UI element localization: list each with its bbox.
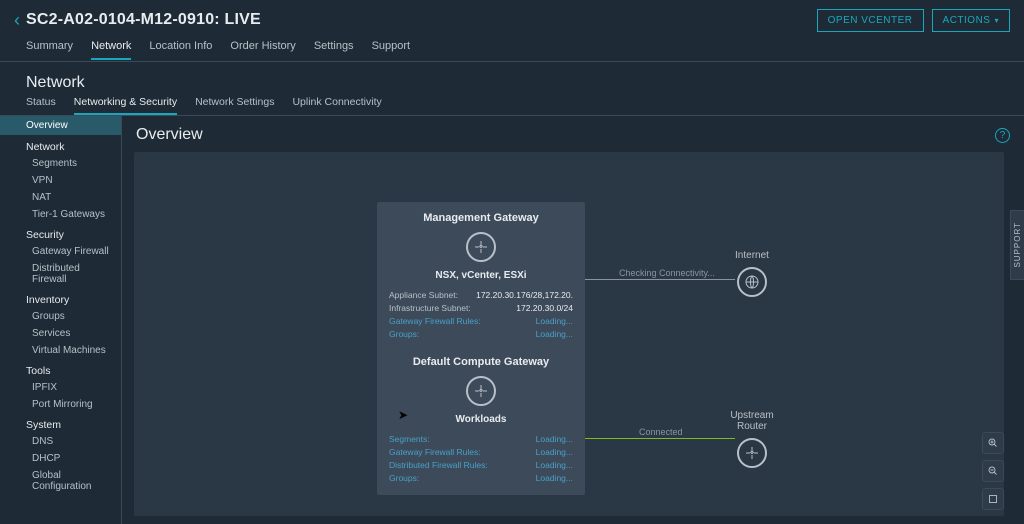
subtab-network-settings[interactable]: Network Settings bbox=[195, 96, 274, 113]
comp-segments-value: Loading... bbox=[536, 433, 573, 446]
zoom-out-button[interactable] bbox=[982, 460, 1004, 482]
sidebar-group-tools: Tools bbox=[0, 359, 121, 379]
actions-dropdown-button[interactable]: ACTIONS▾ bbox=[932, 9, 1010, 32]
appliance-subnet-value: 172.20.30.176/28,172.20. bbox=[476, 289, 573, 302]
sidebar-item-segments[interactable]: Segments bbox=[0, 155, 121, 172]
canvas-actions bbox=[982, 432, 1004, 510]
upstream-router-node[interactable]: Upstream Router bbox=[714, 410, 790, 476]
main-panel: Overview ? Management Gateway NSX, vCent… bbox=[122, 116, 1024, 524]
tab-settings[interactable]: Settings bbox=[314, 40, 354, 58]
tab-network[interactable]: Network bbox=[91, 40, 131, 60]
overview-heading: Overview bbox=[136, 126, 203, 144]
connection-status-connected: Connected bbox=[639, 427, 683, 437]
tab-location-info[interactable]: Location Info bbox=[149, 40, 212, 58]
support-side-tab[interactable]: SUPPORT bbox=[1010, 210, 1024, 280]
connection-line-internet bbox=[585, 279, 735, 280]
subtab-status[interactable]: Status bbox=[26, 96, 56, 113]
sidebar-item-nat[interactable]: NAT bbox=[0, 189, 121, 206]
mgmt-gfw-link[interactable]: Gateway Firewall Rules: bbox=[389, 315, 481, 328]
comp-title: Default Compute Gateway bbox=[389, 356, 573, 368]
mgmt-gfw-value: Loading... bbox=[536, 315, 573, 328]
sidebar-item-vpn[interactable]: VPN bbox=[0, 172, 121, 189]
comp-groups-value: Loading... bbox=[536, 472, 573, 485]
comp-dfw-link[interactable]: Distributed Firewall Rules: bbox=[389, 459, 488, 472]
globe-icon bbox=[737, 267, 767, 297]
sidebar-group-inventory: Inventory bbox=[0, 288, 121, 308]
gateway-icon bbox=[466, 376, 496, 406]
gateway-icon bbox=[466, 232, 496, 262]
help-icon[interactable]: ? bbox=[995, 128, 1010, 143]
router-label: Upstream Router bbox=[714, 410, 790, 432]
section-title: Network bbox=[0, 62, 1024, 96]
fit-view-button[interactable] bbox=[982, 488, 1004, 510]
sidebar-item-groups[interactable]: Groups bbox=[0, 308, 121, 325]
tab-order-history[interactable]: Order History bbox=[230, 40, 295, 58]
sidebar-item-global-configuration[interactable]: Global Configuration bbox=[0, 467, 121, 495]
sidebar-item-ipfix[interactable]: IPFIX bbox=[0, 379, 121, 396]
zoom-in-button[interactable] bbox=[982, 432, 1004, 454]
primary-tabs: Summary Network Location Info Order Hist… bbox=[0, 40, 1024, 62]
tab-support[interactable]: Support bbox=[372, 40, 411, 58]
sidebar-group-security: Security bbox=[0, 223, 121, 243]
comp-dfw-value: Loading... bbox=[536, 459, 573, 472]
router-icon bbox=[737, 438, 767, 468]
caret-down-icon: ▾ bbox=[994, 16, 999, 25]
back-chevron-icon[interactable]: ‹ bbox=[14, 10, 20, 31]
page-title: SC2-A02-0104-M12-0910: LIVE bbox=[26, 11, 261, 29]
connection-line-router bbox=[585, 438, 735, 439]
management-gateway-card[interactable]: Management Gateway NSX, vCenter, ESXi Ap… bbox=[377, 202, 585, 351]
subtab-networking-security[interactable]: Networking & Security bbox=[74, 96, 177, 115]
sidebar-group-system: System bbox=[0, 413, 121, 433]
comp-segments-link[interactable]: Segments: bbox=[389, 433, 430, 446]
tab-summary[interactable]: Summary bbox=[26, 40, 73, 58]
sidebar-item-dns[interactable]: DNS bbox=[0, 433, 121, 450]
sidebar-item-virtual-machines[interactable]: Virtual Machines bbox=[0, 342, 121, 359]
sidebar-item-port-mirroring[interactable]: Port Mirroring bbox=[0, 396, 121, 413]
mgmt-groups-link[interactable]: Groups: bbox=[389, 328, 419, 341]
secondary-tabs: Status Networking & Security Network Set… bbox=[0, 96, 1024, 116]
connection-status-checking: Checking Connectivity... bbox=[619, 268, 715, 278]
mgmt-subtitle: NSX, vCenter, ESXi bbox=[389, 270, 573, 281]
comp-gfw-value: Loading... bbox=[536, 446, 573, 459]
sidebar: Overview Network Segments VPN NAT Tier-1… bbox=[0, 116, 122, 524]
support-tab-label: SUPPORT bbox=[1013, 222, 1022, 268]
infrastructure-subnet-label: Infrastructure Subnet: bbox=[389, 302, 471, 315]
appliance-subnet-label: Appliance Subnet: bbox=[389, 289, 458, 302]
sidebar-item-services[interactable]: Services bbox=[0, 325, 121, 342]
sidebar-item-distributed-firewall[interactable]: Distributed Firewall bbox=[0, 260, 121, 288]
infrastructure-subnet-value: 172.20.30.0/24 bbox=[516, 302, 573, 315]
sidebar-item-tier1-gateways[interactable]: Tier-1 Gateways bbox=[0, 206, 121, 223]
comp-groups-link[interactable]: Groups: bbox=[389, 472, 419, 485]
default-compute-gateway-card[interactable]: Default Compute Gateway Workloads Segmen… bbox=[377, 346, 585, 495]
sidebar-group-network: Network bbox=[0, 135, 121, 155]
internet-label: Internet bbox=[722, 250, 782, 261]
sidebar-item-dhcp[interactable]: DHCP bbox=[0, 450, 121, 467]
comp-subtitle: Workloads bbox=[389, 414, 573, 425]
sidebar-item-overview[interactable]: Overview bbox=[0, 116, 121, 135]
mgmt-groups-value: Loading... bbox=[536, 328, 573, 341]
sidebar-item-gateway-firewall[interactable]: Gateway Firewall bbox=[0, 243, 121, 260]
subtab-uplink-connectivity[interactable]: Uplink Connectivity bbox=[292, 96, 381, 113]
comp-gfw-link[interactable]: Gateway Firewall Rules: bbox=[389, 446, 481, 459]
open-vcenter-button[interactable]: OPEN VCENTER bbox=[817, 9, 924, 32]
topology-canvas: Management Gateway NSX, vCenter, ESXi Ap… bbox=[134, 152, 1004, 516]
mgmt-title: Management Gateway bbox=[389, 212, 573, 224]
internet-node[interactable]: Internet bbox=[722, 250, 782, 305]
